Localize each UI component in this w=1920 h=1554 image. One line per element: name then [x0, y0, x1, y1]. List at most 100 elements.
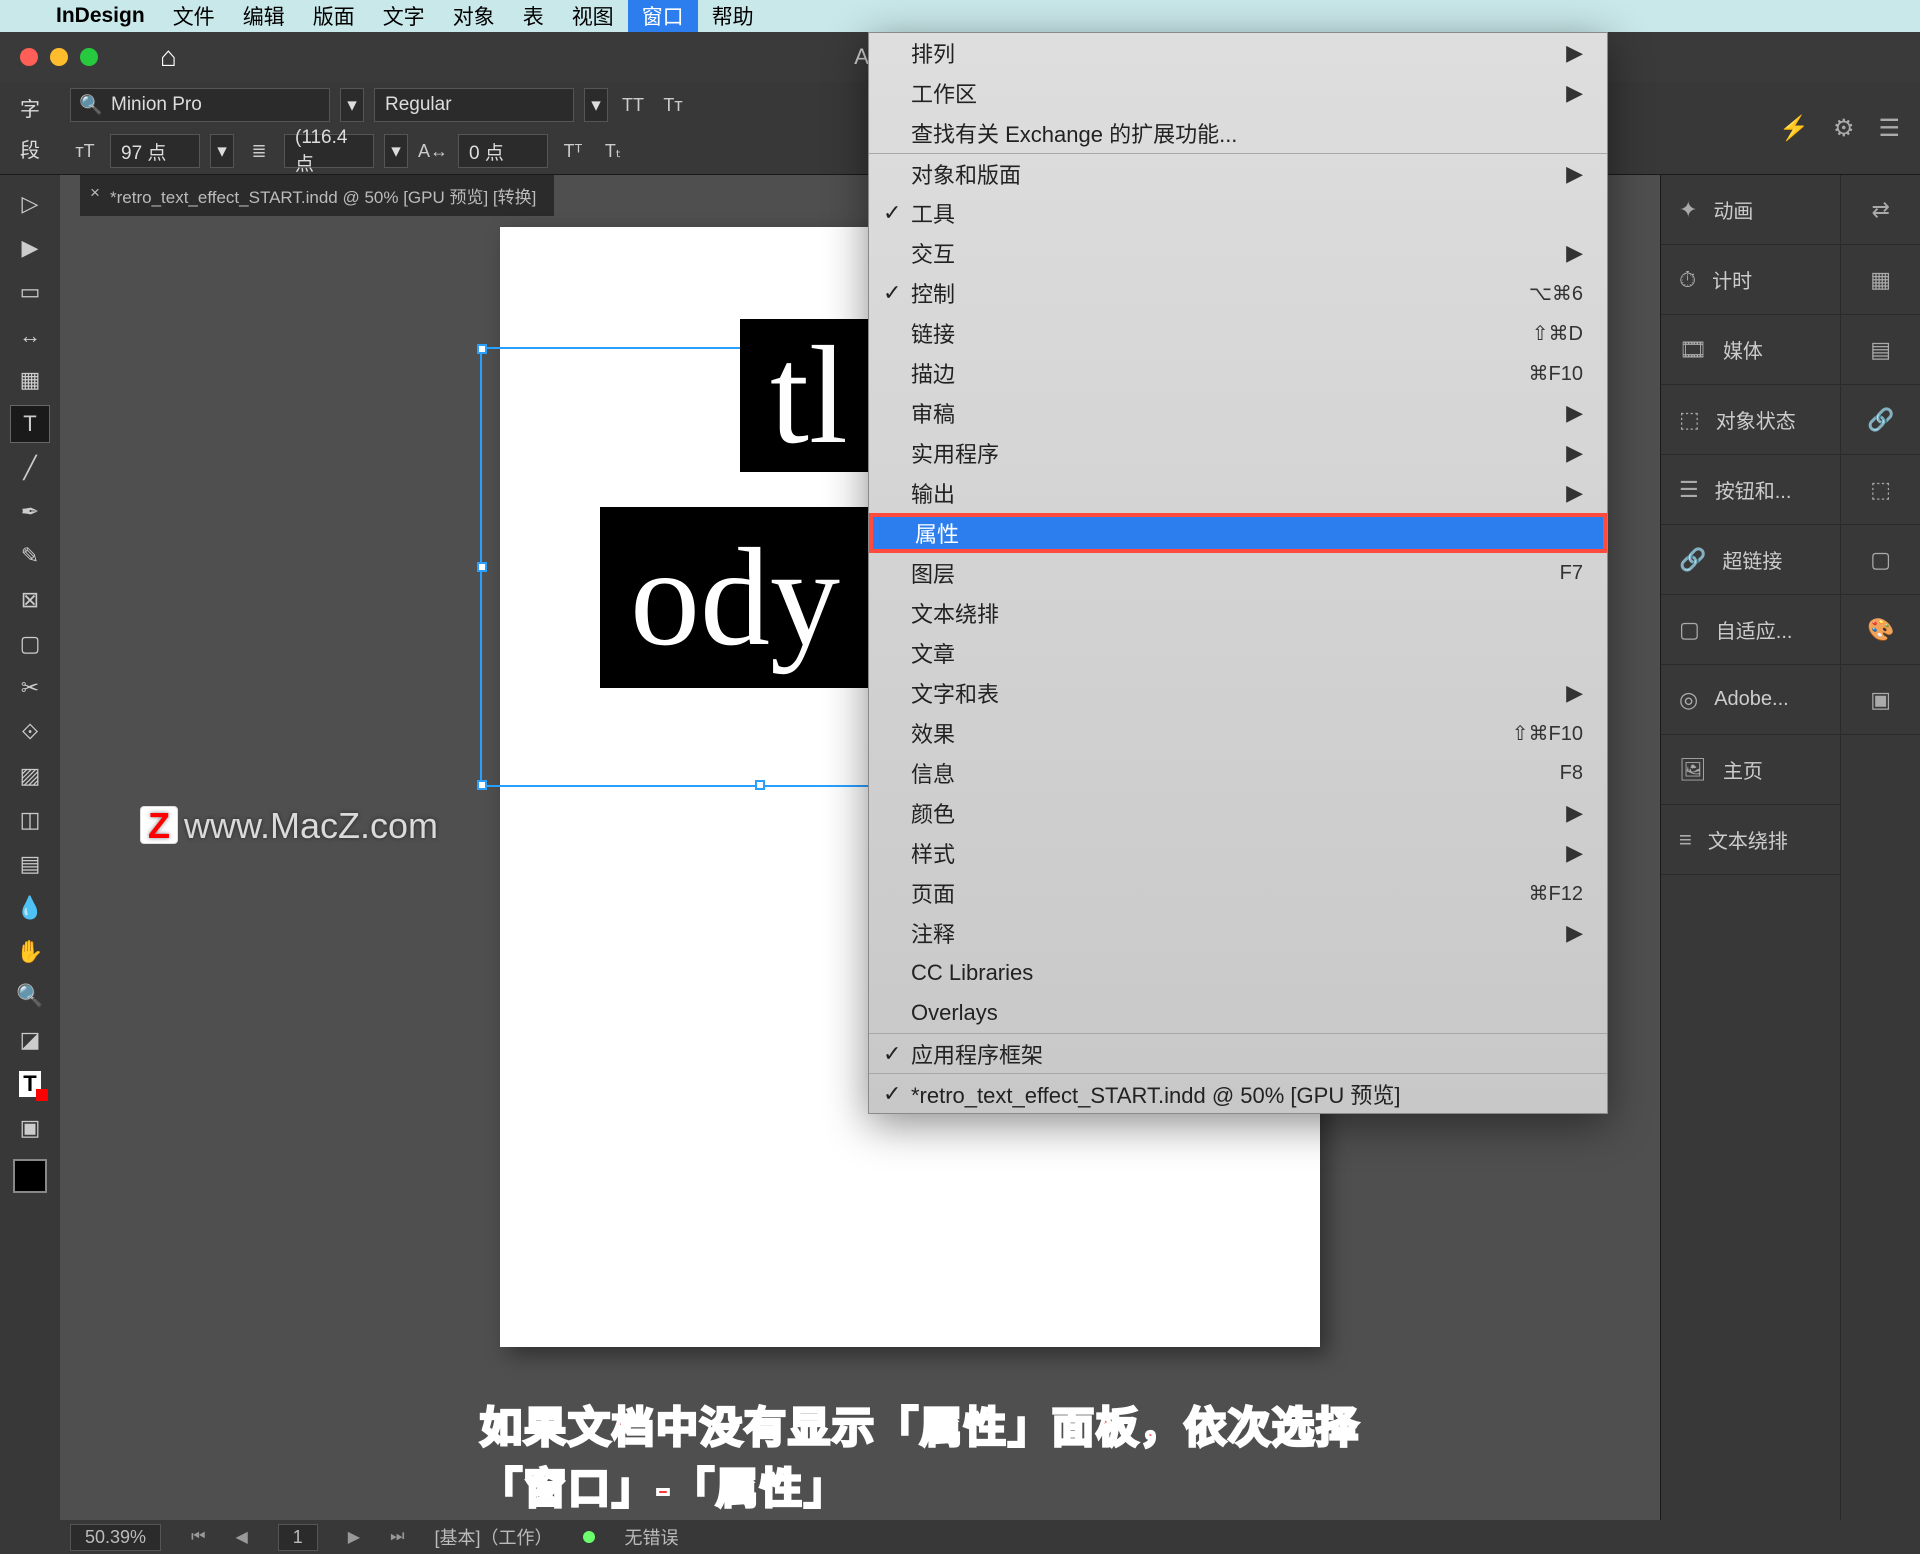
- menu-type[interactable]: 文字: [383, 1, 425, 31]
- panel2-2[interactable]: ▤: [1841, 315, 1920, 385]
- font-size-field[interactable]: 97 点: [110, 134, 200, 168]
- panel-3[interactable]: ⬚对象状态: [1661, 385, 1840, 455]
- menu-item-6[interactable]: ✓控制⌥⌘6: [869, 273, 1607, 313]
- menu-item-19[interactable]: 颜色▶: [869, 793, 1607, 833]
- menu-view[interactable]: 视图: [572, 1, 614, 31]
- panel-8[interactable]: 🖼主页: [1661, 735, 1840, 805]
- font-family-field[interactable]: 🔍 Minion Pro: [70, 88, 330, 122]
- menu-item-16[interactable]: 文字和表▶: [869, 673, 1607, 713]
- line-tool-icon[interactable]: ╱: [10, 449, 50, 487]
- para-tab[interactable]: 段: [20, 128, 40, 169]
- smallcaps-icon[interactable]: Tᴛ: [658, 95, 688, 116]
- handle-tl-icon[interactable]: [477, 344, 487, 354]
- next-page-icon[interactable]: ▶: [348, 1527, 360, 1547]
- weight-dropdown-icon[interactable]: ▾: [584, 88, 608, 122]
- panel-7[interactable]: ◎Adobe...: [1661, 665, 1840, 735]
- menu-layout[interactable]: 版面: [313, 1, 355, 31]
- last-page-icon[interactable]: ⏭: [390, 1528, 404, 1546]
- rectangle-tool-icon[interactable]: ▢: [10, 625, 50, 663]
- font-dropdown-icon[interactable]: ▾: [340, 88, 364, 122]
- direct-selection-tool-icon[interactable]: ▶: [10, 229, 50, 267]
- panel-9[interactable]: ≡文本绕排: [1661, 805, 1840, 875]
- menu-item-22[interactable]: 注释▶: [869, 913, 1607, 953]
- scissors-icon[interactable]: ✂: [10, 669, 50, 707]
- gear-icon[interactable]: ⚙: [1833, 114, 1855, 143]
- prev-page-icon[interactable]: ◀: [235, 1527, 247, 1547]
- gradient-swatch-icon[interactable]: ▨: [10, 757, 50, 795]
- panel-2[interactable]: 🎞媒体: [1661, 315, 1840, 385]
- menu-object[interactable]: 对象: [453, 1, 495, 31]
- pen-tool-icon[interactable]: ✒: [10, 493, 50, 531]
- panel2-5[interactable]: ▢: [1841, 525, 1920, 595]
- preflight-preset[interactable]: [基本]（工作）: [435, 1524, 553, 1550]
- gap-tool-icon[interactable]: ↔: [10, 317, 50, 355]
- leading-field[interactable]: (116.4 点: [284, 134, 374, 168]
- menu-item-10[interactable]: 实用程序▶: [869, 433, 1607, 473]
- rectangle-frame-icon[interactable]: ⊠: [10, 581, 50, 619]
- font-weight-field[interactable]: Regular: [374, 88, 574, 122]
- menu-item-11[interactable]: 输出▶: [869, 473, 1607, 513]
- menu-item-17[interactable]: 效果⇧⌘F10: [869, 713, 1607, 753]
- type-tool-icon[interactable]: T: [10, 405, 50, 443]
- kerning-field[interactable]: 0 点: [458, 134, 548, 168]
- eyedropper-icon[interactable]: 💧: [10, 889, 50, 927]
- menu-item-7[interactable]: 链接⇧⌘D: [869, 313, 1607, 353]
- menu-window[interactable]: 窗口: [628, 0, 698, 35]
- first-page-icon[interactable]: ⏮: [191, 1528, 205, 1546]
- menu-item-3[interactable]: 对象和版面▶: [869, 153, 1607, 193]
- menu-item-5[interactable]: 交互▶: [869, 233, 1607, 273]
- handle-bl-icon[interactable]: [477, 780, 487, 790]
- menu-item-15[interactable]: 文章: [869, 633, 1607, 673]
- caps-icon[interactable]: TT: [618, 95, 648, 116]
- color-swatch[interactable]: [13, 1159, 47, 1193]
- bolt-icon[interactable]: ⚡: [1779, 114, 1809, 143]
- menu-item-9[interactable]: 审稿▶: [869, 393, 1607, 433]
- free-transform-icon[interactable]: ⟐: [10, 713, 50, 751]
- menu-item-0[interactable]: 排列▶: [869, 33, 1607, 73]
- char-tab[interactable]: 字: [20, 87, 40, 128]
- panel-1[interactable]: ⏱计时: [1661, 245, 1840, 315]
- menu-item-18[interactable]: 信息F8: [869, 753, 1607, 793]
- handle-ml-icon[interactable]: [477, 562, 487, 572]
- menu-edit[interactable]: 编辑: [243, 1, 285, 31]
- page-tool-icon[interactable]: ▭: [10, 273, 50, 311]
- screen-mode-icon[interactable]: ▣: [10, 1109, 50, 1147]
- panel2-0[interactable]: ⇄: [1841, 175, 1920, 245]
- maximize-icon[interactable]: [80, 48, 98, 66]
- panel-6[interactable]: ▢自适应...: [1661, 595, 1840, 665]
- size-dropdown-icon[interactable]: ▾: [210, 134, 234, 168]
- panel2-7[interactable]: ▣: [1841, 665, 1920, 735]
- hand-tool-icon[interactable]: ✋: [10, 933, 50, 971]
- zoom-field[interactable]: 50.39%: [70, 1524, 161, 1551]
- menu-help[interactable]: 帮助: [712, 1, 754, 31]
- menu-item-24[interactable]: Overlays: [869, 993, 1607, 1033]
- document-tab[interactable]: *retro_text_effect_START.indd @ 50% [GPU…: [80, 175, 554, 216]
- menu-item-21[interactable]: 页面⌘F12: [869, 873, 1607, 913]
- fill-stroke-icon[interactable]: ◪: [10, 1021, 50, 1059]
- handle-bm-icon[interactable]: [755, 780, 765, 790]
- close-icon[interactable]: [20, 48, 38, 66]
- menu-item-8[interactable]: 描边⌘F10: [869, 353, 1607, 393]
- menu-item-1[interactable]: 工作区▶: [869, 73, 1607, 113]
- panel2-4[interactable]: ⬚: [1841, 455, 1920, 525]
- menu-item-23[interactable]: CC Libraries: [869, 953, 1607, 993]
- panel-0[interactable]: ✦动画: [1661, 175, 1840, 245]
- note-tool-icon[interactable]: ▤: [10, 845, 50, 883]
- menu-item-12[interactable]: 属性: [869, 513, 1607, 553]
- menu-file[interactable]: 文件: [173, 1, 215, 31]
- app-name[interactable]: InDesign: [56, 4, 145, 28]
- menu-lines-icon[interactable]: ☰: [1878, 114, 1900, 143]
- panel-4[interactable]: ☰按钮和...: [1661, 455, 1840, 525]
- panel2-3[interactable]: 🔗: [1841, 385, 1920, 455]
- page-field[interactable]: 1: [278, 1524, 318, 1551]
- menu-item-2[interactable]: 查找有关 Exchange 的扩展功能...: [869, 113, 1607, 153]
- panel2-1[interactable]: ▦: [1841, 245, 1920, 315]
- sub-icon[interactable]: Tₜ: [598, 141, 628, 162]
- preflight-status[interactable]: 无错误: [625, 1524, 679, 1550]
- menu-item-25[interactable]: ✓应用程序框架: [869, 1033, 1607, 1073]
- formatting-affects-icon[interactable]: T: [10, 1065, 50, 1103]
- content-tool-icon[interactable]: ▦: [10, 361, 50, 399]
- menu-item-13[interactable]: 图层F7: [869, 553, 1607, 593]
- leading-dropdown-icon[interactable]: ▾: [384, 134, 408, 168]
- menu-table[interactable]: 表: [523, 1, 544, 31]
